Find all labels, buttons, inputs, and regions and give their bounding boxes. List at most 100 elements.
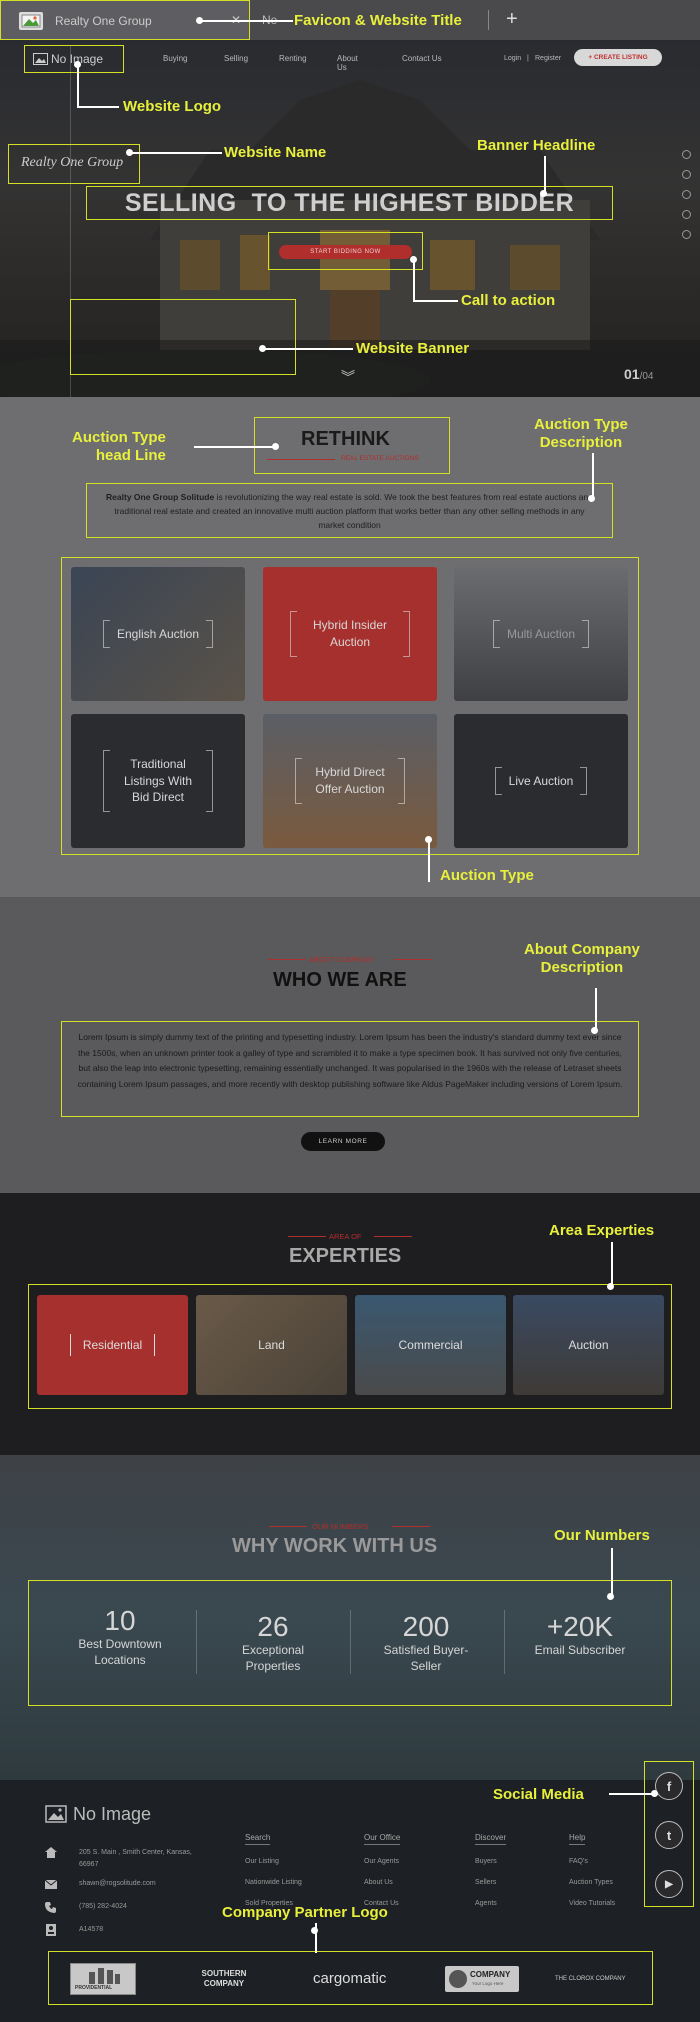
annotation-about-desc: About Company Description: [524, 941, 640, 976]
annotation-line: [263, 348, 353, 350]
create-listing-button[interactable]: + CREATE LISTING: [574, 49, 662, 66]
image-icon: [33, 53, 48, 65]
website-name-box: Realty One Group: [8, 144, 140, 184]
auction-card-english[interactable]: English Auction: [71, 567, 245, 701]
nav-renting[interactable]: Renting: [279, 54, 307, 63]
experties-card-land[interactable]: Land: [196, 1295, 347, 1395]
annotation-dot: [540, 190, 547, 197]
start-bidding-button[interactable]: START BIDDING NOW: [279, 245, 412, 259]
register-link[interactable]: Register: [535, 55, 561, 62]
eyebrow-rule-left: [288, 1236, 326, 1237]
partner-logo-southern: SOUTHERN COMPANY: [201, 1969, 247, 1988]
annotation-dot: [607, 1593, 614, 1600]
footer: No Image 205 S. Main , Smith Center, Kan…: [0, 1780, 700, 2022]
banner-headline-box: SELLING TO THE HIGHEST BIDDER: [86, 186, 613, 220]
partner-logo-providential: PROVIDENTIAL: [70, 1963, 136, 1995]
auction-card-hybrid-direct[interactable]: Hybrid Direct Offer Auction: [263, 714, 437, 848]
footer-link[interactable]: Video Tutorials: [569, 1893, 615, 1914]
footer-email[interactable]: shawn@rogsolitude.com: [79, 1880, 156, 1887]
auction-card-multi[interactable]: Multi Auction: [454, 567, 628, 701]
annotation-line: [592, 453, 594, 497]
about-description: Lorem Ipsum is simply dummy text of the …: [61, 1021, 639, 1117]
annotation-line: [609, 1793, 653, 1795]
experties-card-residential[interactable]: Residential: [37, 1295, 188, 1395]
youtube-icon[interactable]: ▶: [655, 1870, 683, 1898]
annotation-auction-type: Auction Type: [440, 867, 534, 884]
auction-card-traditional[interactable]: Traditional Listings With Bid Direct: [71, 714, 245, 848]
stat-value: +20K: [546, 1611, 614, 1642]
learn-more-button[interactable]: LEARN MORE: [301, 1132, 385, 1151]
footer-address: 205 S. Main , Smith Center, Kansas, 6696…: [79, 1849, 192, 1868]
card-label: Hybrid Insider Auction: [290, 611, 410, 657]
footer-col-office: Our Office Our Agents About Us Contact Us: [364, 1828, 401, 1914]
stat-properties: 26 Exceptional Properties: [203, 1611, 343, 1674]
numbers-eyebrow: OUR NUMBERS: [312, 1522, 369, 1531]
partner-name: PROVIDENTIAL: [75, 1985, 113, 1991]
footer-link[interactable]: Agents: [475, 1893, 506, 1914]
footer-link[interactable]: Our Agents: [364, 1851, 400, 1872]
experties-card-commercial[interactable]: Commercial: [355, 1295, 506, 1395]
nav-selling[interactable]: Selling: [224, 54, 248, 63]
annotation-dot: [588, 495, 595, 502]
footer-col-head: Search: [245, 1832, 271, 1845]
hero-social-strip: [682, 150, 692, 290]
eyebrow-rule-right: [394, 959, 432, 960]
mail-icon: [45, 1880, 57, 1889]
footer-link[interactable]: About Us: [364, 1872, 400, 1893]
experties-eyebrow: AREA OF: [329, 1232, 362, 1241]
slide-counter: 01/04: [624, 366, 653, 382]
website-logo[interactable]: No Image: [24, 45, 124, 73]
annotation-dot: [311, 1927, 318, 1934]
footer-link[interactable]: Buyers: [475, 1851, 506, 1872]
license-icon: [46, 1924, 56, 1936]
slide-total: /04: [639, 371, 654, 382]
footer-logo-text: No Image: [73, 1804, 152, 1824]
annotation-area-experties: Area Experties: [549, 1222, 655, 1239]
facebook-icon[interactable]: f: [655, 1772, 683, 1800]
image-icon: [45, 1805, 67, 1823]
footer-link[interactable]: Sellers: [475, 1872, 506, 1893]
annotation-name: Website Name: [224, 144, 327, 161]
about-eyebrow: ABOUT COMPANY: [309, 955, 375, 964]
footer-link[interactable]: Auction Types: [569, 1872, 615, 1893]
footer-link[interactable]: FAQ's: [569, 1851, 615, 1872]
new-tab-plus-icon[interactable]: +: [506, 8, 518, 31]
nav-contact-us[interactable]: Contact Us: [402, 54, 442, 63]
stat-subscribers: +20K Email Subscriber: [510, 1611, 650, 1659]
eyebrow-rule-left: [268, 959, 306, 960]
annotation-dot: [651, 1790, 658, 1797]
auction-card-live[interactable]: Live Auction: [454, 714, 628, 848]
login-link[interactable]: Login: [504, 55, 521, 62]
annotation-logo: Website Logo: [123, 98, 222, 115]
annotation-auction-desc: Auction Type Description: [534, 416, 628, 451]
footer-link[interactable]: Our Listing: [245, 1851, 302, 1872]
card-label: English Auction: [102, 619, 214, 649]
footer-phone[interactable]: (785) 282-4024: [79, 1903, 127, 1910]
auction-types-section: RETHINK REAL ESTATE AUCTIONS Realty One …: [0, 397, 700, 897]
stat-label: Email Subscriber: [534, 1643, 626, 1657]
subtitle-rule: [267, 459, 335, 460]
experties-card-auction[interactable]: Auction: [513, 1295, 664, 1395]
nav-about-us[interactable]: About Us: [337, 54, 358, 72]
login-register-separator: |: [527, 55, 529, 62]
card-label: Live Auction: [494, 766, 588, 796]
stat-label: Best Downtown Locations: [78, 1637, 162, 1667]
footer-col-head: Discover: [475, 1832, 507, 1845]
annotation-line: [77, 65, 79, 106]
auction-card-hybrid-insider[interactable]: Hybrid Insider Auction: [263, 567, 437, 701]
auction-head-box: RETHINK REAL ESTATE AUCTIONS: [254, 417, 450, 474]
eyebrow-rule-right: [392, 1526, 430, 1527]
footer-col-head: Our Office: [364, 1832, 401, 1845]
building-icon: [89, 1968, 120, 1984]
scroll-down-icon[interactable]: ︾: [341, 367, 355, 387]
our-numbers-section: OUR NUMBERS WHY WORK WITH US 10 Best Down…: [0, 1455, 700, 1780]
auction-description: Realty One Group Solitude is revolutioni…: [86, 483, 613, 538]
stat-value: 200: [402, 1611, 450, 1642]
twitter-icon[interactable]: t: [655, 1821, 683, 1849]
footer-link[interactable]: Nationwide Listing: [245, 1872, 302, 1893]
stat-divider: [504, 1610, 505, 1674]
annotation-line: [77, 106, 119, 108]
annotation-favicon-title: Favicon & Website Title: [294, 12, 462, 29]
nav-buying[interactable]: Buying: [163, 54, 187, 63]
desc-brand: Realty One Group Solitude: [106, 492, 215, 502]
